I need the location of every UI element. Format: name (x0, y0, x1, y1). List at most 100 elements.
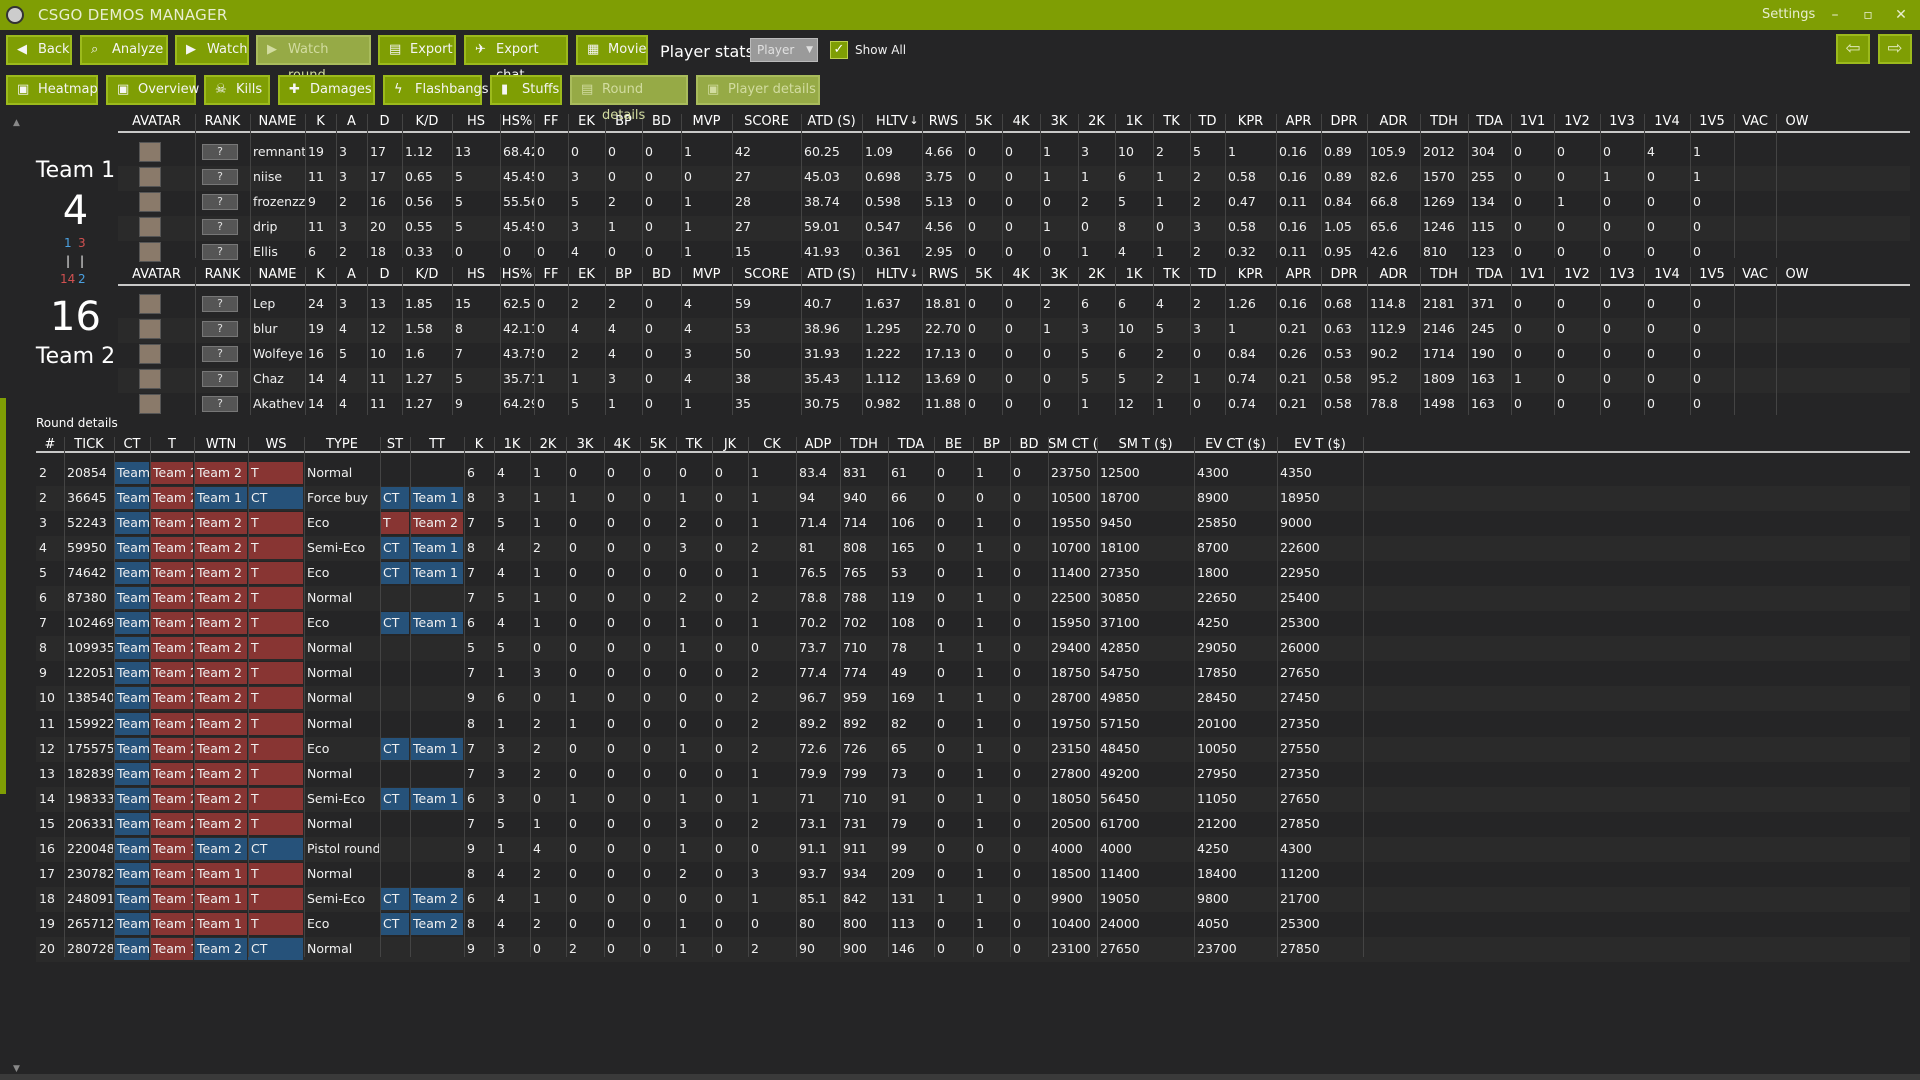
team2-col-mvp[interactable]: MVP (681, 267, 732, 282)
team1-col-tda[interactable]: TDA (1468, 114, 1511, 129)
team2-col-1v2[interactable]: 1V2 (1554, 267, 1600, 282)
team2-col-atd-s[interactable]: ATD (S) (801, 267, 862, 282)
team2-col-ff[interactable]: FF (534, 267, 568, 282)
rounds-col-tt[interactable]: TT (410, 437, 464, 452)
team2-col-hs[interactable]: HS (452, 267, 500, 282)
stuffs-button[interactable]: ▮ Stuffs (490, 75, 562, 105)
team2-col-dpr[interactable]: DPR (1321, 267, 1367, 282)
team2-col-rws[interactable]: RWS (922, 267, 965, 282)
team1-col-mvp[interactable]: MVP (681, 114, 732, 129)
movie-button[interactable]: ▦ Movie (576, 35, 648, 65)
team2-col-2k[interactable]: 2K (1078, 267, 1115, 282)
back-button[interactable]: ◀ Back (6, 35, 72, 65)
team1-col-atd-s[interactable]: ATD (S) (801, 114, 862, 129)
team1-col-bd[interactable]: BD (642, 114, 681, 129)
team2-col-adr[interactable]: ADR (1367, 267, 1420, 282)
rounds-col-wtn[interactable]: WTN (194, 437, 248, 452)
rounds-col-jk[interactable]: JK (712, 437, 748, 452)
team2-col-tda[interactable]: TDA (1468, 267, 1511, 282)
team2-col-rank[interactable]: RANK (195, 267, 250, 282)
team1-col-1v4[interactable]: 1V4 (1644, 114, 1690, 129)
team2-col-bd[interactable]: BD (642, 267, 681, 282)
team2-col-1v4[interactable]: 1V4 (1644, 267, 1690, 282)
team1-col-kpr[interactable]: KPR (1225, 114, 1276, 129)
team2_players-cell[interactable]: Lep (250, 296, 305, 311)
overview-button[interactable]: ▣ Overview (106, 75, 199, 105)
rounds-col-5k[interactable]: 5K (640, 437, 676, 452)
rounds-col-bd[interactable]: BD (1010, 437, 1048, 452)
rounds-col-sm-ct[interactable]: SM CT ($) (1048, 437, 1097, 452)
team1-col-rws[interactable]: RWS (922, 114, 965, 129)
rounds-col-ck[interactable]: CK (748, 437, 796, 452)
scroll-down-icon[interactable]: ▼ (13, 1064, 20, 1074)
heatmap-button[interactable]: ▣ Heatmap (6, 75, 98, 105)
team2-col-1v3[interactable]: 1V3 (1600, 267, 1644, 282)
team2-col-td[interactable]: TD (1190, 267, 1225, 282)
settings-link[interactable]: Settings (1762, 7, 1815, 22)
team2-col-kpr[interactable]: KPR (1225, 267, 1276, 282)
team2-col-a[interactable]: A (336, 267, 367, 282)
team1-col-tdh[interactable]: TDH (1420, 114, 1468, 129)
team2-col-3k[interactable]: 3K (1040, 267, 1078, 282)
team1_players-cell[interactable]: frozenzz (250, 194, 305, 209)
rounds-col-[interactable]: # (36, 437, 64, 452)
team1-col-a[interactable]: A (336, 114, 367, 129)
analyze-button[interactable]: ⌕ Analyze (80, 35, 168, 65)
team1-col-score[interactable]: SCORE (732, 114, 801, 129)
team1-col-td[interactable]: TD (1190, 114, 1225, 129)
team1-col-4k[interactable]: 4K (1002, 114, 1040, 129)
team1-col-hs[interactable]: HS (452, 114, 500, 129)
team1-col-apr[interactable]: APR (1276, 114, 1321, 129)
rounds-col-tdh[interactable]: TDH (840, 437, 888, 452)
rounds-col-ev-ct[interactable]: EV CT ($) (1194, 437, 1277, 452)
close-icon[interactable]: ✕ (1891, 5, 1911, 25)
team1-col-k[interactable]: K (305, 114, 336, 129)
team1-col-3k[interactable]: 3K (1040, 114, 1078, 129)
rounds-col-be[interactable]: BE (934, 437, 973, 452)
team2-col-1v1[interactable]: 1V1 (1511, 267, 1554, 282)
team2-col-hs[interactable]: HS% (500, 267, 534, 282)
rounds-col-1k[interactable]: 1K (494, 437, 530, 452)
team2-col-bp[interactable]: BP (605, 267, 642, 282)
team2-col-tk[interactable]: TK (1153, 267, 1190, 282)
rounds-col-2k[interactable]: 2K (530, 437, 566, 452)
team2-col-5k[interactable]: 5K (965, 267, 1002, 282)
kills-button[interactable]: ☠ Kills (204, 75, 270, 105)
nav-next-button[interactable]: ⇨ (1878, 34, 1912, 64)
team1_players-cell[interactable]: drip (250, 219, 305, 234)
export-chat-button[interactable]: ✈Export chat (464, 35, 568, 83)
rounds-col-adp[interactable]: ADP (796, 437, 840, 452)
team2-col-avatar[interactable]: AVATAR (118, 267, 195, 282)
team1-col-ow[interactable]: OW (1776, 114, 1818, 129)
flashbangs-button[interactable]: ϟ Flashbangs (383, 75, 489, 105)
team1-col-d[interactable]: D (367, 114, 402, 129)
rounds-col-k[interactable]: K (464, 437, 494, 452)
team1-col-1v2[interactable]: 1V2 (1554, 114, 1600, 129)
maximize-icon[interactable]: ▫ (1858, 5, 1878, 25)
team2-col-k[interactable]: K (305, 267, 336, 282)
team1-col-ek[interactable]: EK (568, 114, 605, 129)
team1_players-cell[interactable]: Ellis (250, 244, 305, 259)
team2-col-apr[interactable]: APR (1276, 267, 1321, 282)
rounds-col-4k[interactable]: 4K (604, 437, 640, 452)
team1-col-5k[interactable]: 5K (965, 114, 1002, 129)
team2_players-cell[interactable]: blur (250, 321, 305, 336)
team1-col-tk[interactable]: TK (1153, 114, 1190, 129)
team1-col-rank[interactable]: RANK (195, 114, 250, 129)
nav-prev-button[interactable]: ⇦ (1836, 34, 1870, 64)
rounds-col-tick[interactable]: TICK (64, 437, 114, 452)
team2-col-ek[interactable]: EK (568, 267, 605, 282)
team2-col-name[interactable]: NAME (250, 267, 305, 282)
team2-col-1v5[interactable]: 1V5 (1690, 267, 1734, 282)
team1-col-hs[interactable]: HS% (500, 114, 534, 129)
rounds-col-tk[interactable]: TK (676, 437, 712, 452)
rounds-col-type[interactable]: TYPE (304, 437, 380, 452)
team1_players-cell[interactable]: niise (250, 169, 305, 184)
team1-col-1v3[interactable]: 1V3 (1600, 114, 1644, 129)
minimize-icon[interactable]: – (1825, 5, 1845, 25)
team2_players-cell[interactable]: Chaz (250, 371, 305, 386)
rounds-col-3k[interactable]: 3K (566, 437, 604, 452)
rounds-col-ws[interactable]: WS (248, 437, 304, 452)
team1-col-avatar[interactable]: AVATAR (118, 114, 195, 129)
team2_players-cell[interactable]: Akathevirus (250, 396, 305, 411)
